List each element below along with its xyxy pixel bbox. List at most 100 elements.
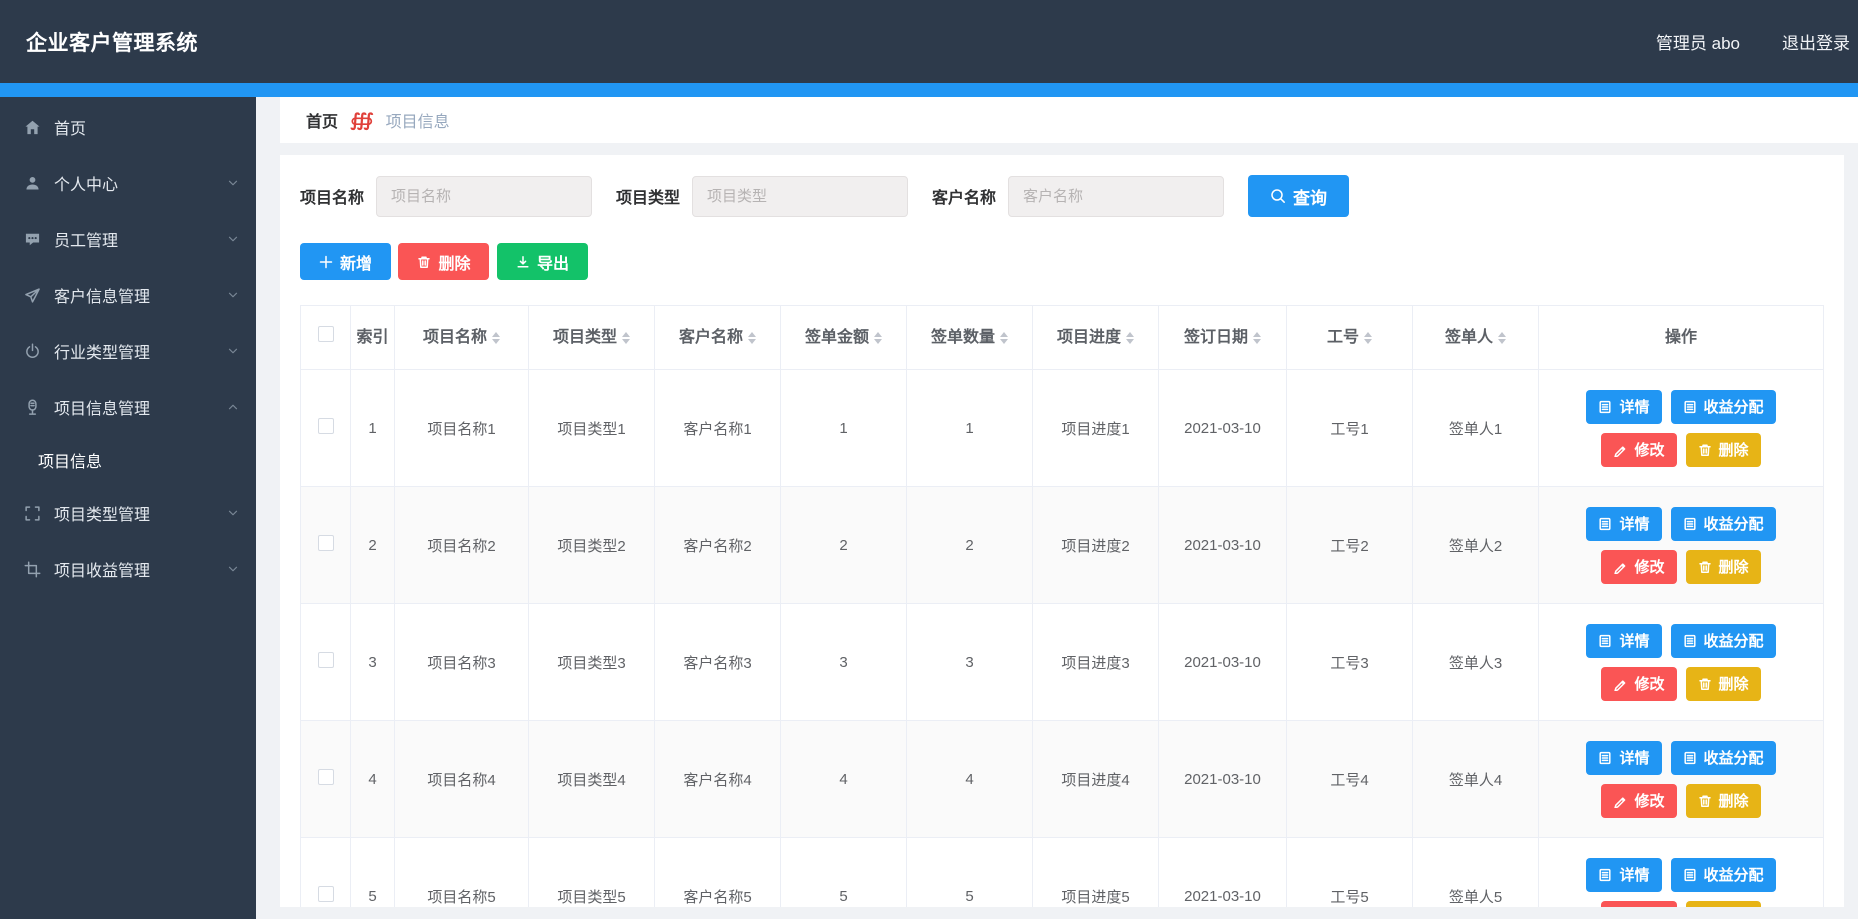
row-checkbox[interactable] bbox=[318, 418, 334, 434]
sort-icon bbox=[492, 332, 500, 344]
detail-button[interactable]: 详情 bbox=[1586, 390, 1661, 424]
column-header-amount[interactable]: 签单金额 bbox=[781, 306, 907, 370]
sort-icon bbox=[748, 332, 756, 344]
cell-index: 5 bbox=[351, 838, 395, 908]
cell-project-type: 项目类型5 bbox=[529, 838, 655, 908]
row-checkbox[interactable] bbox=[318, 535, 334, 551]
cell-index: 4 bbox=[351, 721, 395, 838]
cell-work-id: 工号2 bbox=[1287, 487, 1413, 604]
row-checkbox[interactable] bbox=[318, 886, 334, 902]
cell-index: 2 bbox=[351, 487, 395, 604]
cell-project-type: 项目类型2 bbox=[529, 487, 655, 604]
column-header-date[interactable]: 签订日期 bbox=[1159, 306, 1287, 370]
project-type-input[interactable] bbox=[692, 176, 908, 217]
chevron-up-icon bbox=[226, 400, 240, 414]
row-checkbox[interactable] bbox=[318, 769, 334, 785]
edit-button[interactable]: 修改 bbox=[1601, 784, 1676, 818]
cell-date: 2021-03-10 bbox=[1159, 838, 1287, 908]
delete-row-button[interactable]: 删除 bbox=[1686, 667, 1761, 701]
edit-button[interactable]: 修改 bbox=[1601, 667, 1676, 701]
cell-amount: 4 bbox=[781, 721, 907, 838]
column-header-signer[interactable]: 签单人 bbox=[1413, 306, 1539, 370]
detail-button[interactable]: 详情 bbox=[1586, 624, 1661, 658]
column-header-project-name[interactable]: 项目名称 bbox=[395, 306, 529, 370]
power-icon bbox=[23, 342, 41, 360]
sidebar-item-employee-management[interactable]: 员工管理 bbox=[0, 211, 256, 267]
cell-quantity: 1 bbox=[907, 370, 1033, 487]
edit-button[interactable]: 修改 bbox=[1601, 433, 1676, 467]
chevron-down-icon bbox=[226, 288, 240, 302]
sidebar-item-label: 员工管理 bbox=[54, 227, 226, 251]
edit-button[interactable]: 修改 bbox=[1601, 550, 1676, 584]
select-all-checkbox[interactable] bbox=[318, 326, 334, 342]
sidebar-item-project-info-management[interactable]: 项目信息管理 bbox=[0, 379, 256, 435]
sidebar-subitem-project-info[interactable]: 项目信息 bbox=[0, 435, 256, 485]
column-header-quantity[interactable]: 签单数量 bbox=[907, 306, 1033, 370]
table-row: 2 项目名称2 项目类型2 客户名称2 2 2 项目进度2 2021-03-10… bbox=[301, 487, 1824, 604]
sidebar-item-customer-info-management[interactable]: 客户信息管理 bbox=[0, 267, 256, 323]
trash-icon bbox=[1698, 560, 1712, 574]
sidebar-item-label: 首页 bbox=[54, 115, 240, 139]
sidebar-item-home[interactable]: 首页 bbox=[0, 99, 256, 155]
column-header-customer-name[interactable]: 客户名称 bbox=[655, 306, 781, 370]
detail-button[interactable]: 详情 bbox=[1586, 858, 1661, 892]
add-button[interactable]: 新增 bbox=[300, 243, 391, 280]
row-checkbox[interactable] bbox=[318, 652, 334, 668]
trash-icon bbox=[417, 255, 431, 269]
project-name-input[interactable] bbox=[376, 176, 592, 217]
toolbar: 新增 删除 导出 bbox=[300, 243, 1824, 280]
detail-button[interactable]: 详情 bbox=[1586, 507, 1661, 541]
breadcrumb-home-link[interactable]: 首页 bbox=[306, 108, 338, 132]
cell-date: 2021-03-10 bbox=[1159, 604, 1287, 721]
search-icon bbox=[1270, 188, 1286, 204]
admin-user-link[interactable]: 管理员 abo bbox=[1656, 29, 1740, 54]
sidebar-item-label: 项目类型管理 bbox=[54, 501, 226, 525]
accent-bar bbox=[0, 83, 1858, 97]
income-allocate-button[interactable]: 收益分配 bbox=[1671, 858, 1776, 892]
column-header-work-id[interactable]: 工号 bbox=[1287, 306, 1413, 370]
delete-button-label: 删除 bbox=[438, 250, 470, 274]
cell-amount: 2 bbox=[781, 487, 907, 604]
cell-customer-name: 客户名称2 bbox=[655, 487, 781, 604]
edit-button[interactable]: 修改 bbox=[1601, 901, 1676, 908]
pen-icon bbox=[1613, 677, 1627, 691]
customer-name-input[interactable] bbox=[1008, 176, 1224, 217]
export-button-label: 导出 bbox=[537, 250, 569, 274]
sidebar-item-industry-type-management[interactable]: 行业类型管理 bbox=[0, 323, 256, 379]
cell-project-type: 项目类型1 bbox=[529, 370, 655, 487]
sidebar-item-personal-center[interactable]: 个人中心 bbox=[0, 155, 256, 211]
delete-row-button[interactable]: 删除 bbox=[1686, 784, 1761, 818]
search-button[interactable]: 查询 bbox=[1248, 175, 1349, 217]
logout-link[interactable]: 退出登录 bbox=[1782, 29, 1850, 54]
document-icon bbox=[1598, 517, 1612, 531]
income-allocate-button[interactable]: 收益分配 bbox=[1671, 507, 1776, 541]
search-button-label: 查询 bbox=[1293, 184, 1327, 209]
projects-table: 索引 项目名称 项目类型 客户名称 签单金额 签单数量 项目进度 签订日期 工号… bbox=[300, 305, 1824, 907]
customer-name-field: 客户名称 bbox=[932, 176, 1224, 217]
delete-row-button[interactable]: 删除 bbox=[1686, 901, 1761, 908]
detail-button[interactable]: 详情 bbox=[1586, 741, 1661, 775]
column-header-progress[interactable]: 项目进度 bbox=[1033, 306, 1159, 370]
sidebar: 首页 个人中心 员工管理 客户信息管理 bbox=[0, 97, 256, 919]
document-icon bbox=[1683, 751, 1697, 765]
cell-date: 2021-03-10 bbox=[1159, 487, 1287, 604]
column-header-project-type[interactable]: 项目类型 bbox=[529, 306, 655, 370]
main-content: 首页 ∰ 项目信息 项目名称 项目类型 客户名称 bbox=[256, 97, 1858, 919]
delete-button[interactable]: 删除 bbox=[398, 243, 489, 280]
table-row: 4 项目名称4 项目类型4 客户名称4 4 4 项目进度4 2021-03-10… bbox=[301, 721, 1824, 838]
chevron-down-icon bbox=[226, 506, 240, 520]
home-icon bbox=[23, 118, 41, 136]
cell-progress: 项目进度5 bbox=[1033, 838, 1159, 908]
sidebar-item-project-income-management[interactable]: 项目收益管理 bbox=[0, 541, 256, 597]
delete-row-button[interactable]: 删除 bbox=[1686, 433, 1761, 467]
project-name-label: 项目名称 bbox=[300, 184, 364, 208]
export-button[interactable]: 导出 bbox=[497, 243, 588, 280]
income-allocate-button[interactable]: 收益分配 bbox=[1671, 741, 1776, 775]
sidebar-item-project-type-management[interactable]: 项目类型管理 bbox=[0, 485, 256, 541]
income-allocate-button[interactable]: 收益分配 bbox=[1671, 624, 1776, 658]
download-icon bbox=[516, 255, 530, 269]
cell-progress: 项目进度3 bbox=[1033, 604, 1159, 721]
delete-row-button[interactable]: 删除 bbox=[1686, 550, 1761, 584]
income-allocate-button[interactable]: 收益分配 bbox=[1671, 390, 1776, 424]
customer-name-label: 客户名称 bbox=[932, 184, 996, 208]
